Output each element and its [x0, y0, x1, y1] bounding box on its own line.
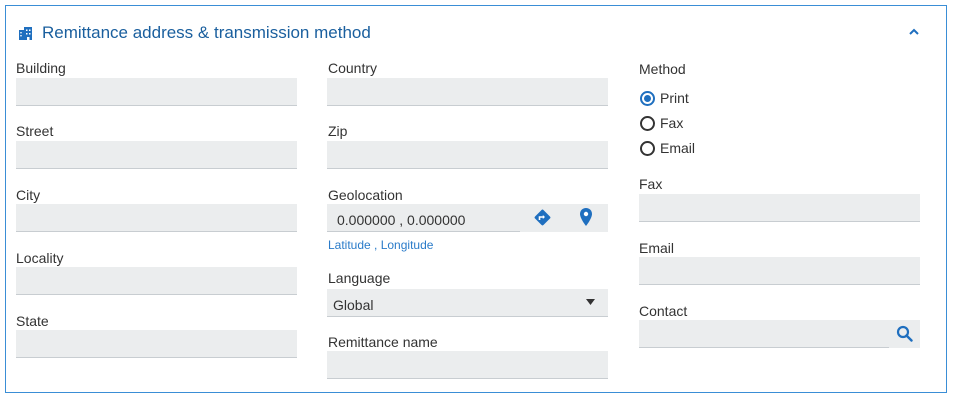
remittance-name-label: Remittance name [328, 334, 438, 350]
building-icon [19, 27, 32, 40]
chevron-up-icon[interactable] [908, 26, 920, 38]
city-label: City [16, 187, 41, 203]
section-header[interactable]: Remittance address & transmission method [6, 6, 946, 50]
contact-input[interactable] [639, 320, 889, 348]
language-value: Global [333, 297, 374, 313]
street-label: Street [16, 123, 54, 139]
state-input[interactable] [16, 330, 297, 358]
zip-label: Zip [328, 123, 348, 139]
email-label: Email [639, 240, 675, 256]
remittance-panel: Remittance address & transmission method… [5, 5, 947, 393]
radio-label: Email [660, 140, 696, 156]
email-input[interactable] [639, 257, 920, 285]
radio-label: Fax [660, 115, 684, 131]
search-icon[interactable] [896, 325, 913, 342]
language-label: Language [328, 270, 391, 286]
street-input[interactable] [16, 141, 297, 169]
directions-icon[interactable] [533, 208, 552, 227]
radio-button[interactable] [640, 116, 655, 131]
contact-label: Contact [639, 303, 688, 319]
building-input[interactable] [16, 78, 297, 106]
geolocation-hint: Latitude , Longitude [328, 238, 434, 252]
locality-input[interactable] [16, 267, 297, 295]
state-label: State [16, 313, 49, 329]
map-pin-icon[interactable] [579, 207, 593, 227]
radio-label: Print [660, 90, 689, 106]
country-label: Country [328, 60, 378, 76]
geolocation-value: 0.000000 , 0.000000 [337, 212, 466, 228]
geolocation-label: Geolocation [328, 187, 403, 203]
radio-button[interactable] [640, 91, 655, 106]
country-input[interactable] [327, 78, 608, 106]
city-input[interactable] [16, 204, 297, 232]
locality-label: Locality [16, 250, 64, 266]
fax-input[interactable] [639, 194, 920, 222]
caret-down-icon[interactable] [586, 299, 595, 306]
method-label: Method [639, 61, 686, 77]
fax-label: Fax [639, 176, 663, 192]
remittance-name-input[interactable] [327, 351, 608, 379]
building-label: Building [16, 60, 66, 76]
radio-button[interactable] [640, 141, 655, 156]
section-title: Remittance address & transmission method [42, 23, 371, 42]
zip-input[interactable] [327, 141, 608, 169]
